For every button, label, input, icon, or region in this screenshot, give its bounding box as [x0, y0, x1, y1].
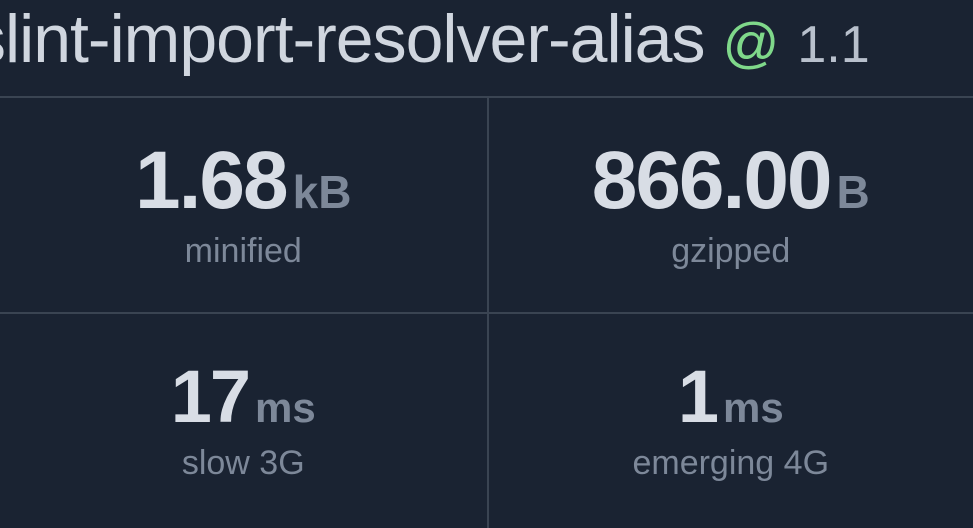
stat-value-row: 866.00 B [592, 140, 870, 222]
at-symbol: @ [723, 10, 780, 75]
stat-emerging4g-value: 1 [678, 360, 717, 434]
stat-gzipped: 866.00 B gzipped [487, 96, 973, 312]
package-version: 1.1 [797, 15, 869, 75]
package-name: slint-import-resolver-alias [0, 0, 705, 78]
stat-slow-3g: 17 ms slow 3G [0, 312, 487, 528]
stat-slow3g-value: 17 [171, 360, 249, 434]
stat-slow3g-label: slow 3G [182, 444, 305, 483]
stat-slow3g-unit: ms [255, 387, 316, 429]
stat-minified-value: 1.68 [135, 140, 287, 222]
stat-value-row: 1.68 kB [135, 140, 351, 222]
stats-grid: 1.68 kB minified 866.00 B gzipped 17 ms … [0, 96, 973, 528]
stat-emerging-4g: 1 ms emerging 4G [487, 312, 973, 528]
stat-minified: 1.68 kB minified [0, 96, 487, 312]
stat-value-row: 1 ms [678, 360, 784, 434]
stat-emerging4g-unit: ms [723, 387, 784, 429]
stat-gzipped-value: 866.00 [592, 140, 831, 222]
stat-gzipped-unit: B [837, 169, 870, 215]
stat-minified-unit: kB [293, 169, 352, 215]
stat-value-row: 17 ms [171, 360, 316, 434]
stat-minified-label: minified [185, 232, 302, 271]
package-header: slint-import-resolver-alias @ 1.1 [0, 0, 973, 96]
stat-gzipped-label: gzipped [671, 232, 790, 271]
stat-emerging4g-label: emerging 4G [632, 444, 829, 483]
